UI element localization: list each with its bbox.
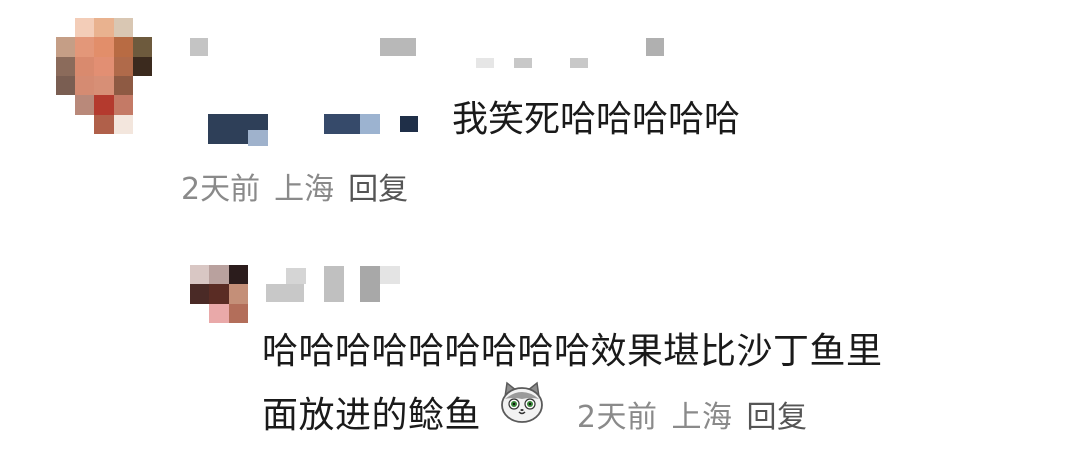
blurred-mention	[400, 116, 418, 132]
blurred-username	[286, 268, 306, 284]
blurred-username	[266, 284, 304, 302]
reply-text-end: 面放进的鲶鱼	[262, 395, 482, 436]
blurred-mention	[360, 114, 380, 134]
blurred-mention	[324, 114, 364, 134]
reply-location: 上海	[671, 400, 733, 435]
reply-time: 2天前	[576, 400, 658, 435]
reply-text-line: 哈哈哈哈哈哈哈哈哈效果堪比沙丁鱼里	[262, 331, 883, 372]
blurred-username	[324, 266, 344, 302]
comment-text: 我笑死哈哈哈哈哈	[452, 99, 741, 140]
avatar[interactable]	[56, 18, 152, 134]
blurred-username	[646, 38, 664, 56]
comment-meta: 2天前 上海 回复	[181, 164, 422, 208]
blurred-username	[380, 266, 400, 284]
comment-location: 上海	[274, 172, 335, 207]
reply-button[interactable]: 回复	[348, 172, 408, 207]
reply-text: 哈哈哈哈哈哈哈哈哈效果堪比沙丁鱼里 面放进的鲶鱼 2天前 上海 回复	[262, 327, 1022, 443]
reply-text-line: 面放进的鲶鱼 2天前 上海 回复	[262, 377, 1022, 443]
blurred-username	[380, 38, 416, 56]
blurred-username	[570, 58, 588, 68]
blurred-username	[514, 58, 532, 68]
reply-avatar[interactable]	[190, 265, 248, 323]
blurred-username	[476, 58, 494, 68]
blurred-mention	[248, 130, 268, 146]
comment-time: 2天前	[181, 172, 261, 207]
blurred-username	[190, 38, 208, 56]
blurred-username	[360, 266, 380, 302]
reply-meta: 2天前 上海 回复	[577, 400, 822, 435]
cat-emoji-icon	[501, 381, 543, 423]
reply-button[interactable]: 回复	[747, 400, 808, 435]
